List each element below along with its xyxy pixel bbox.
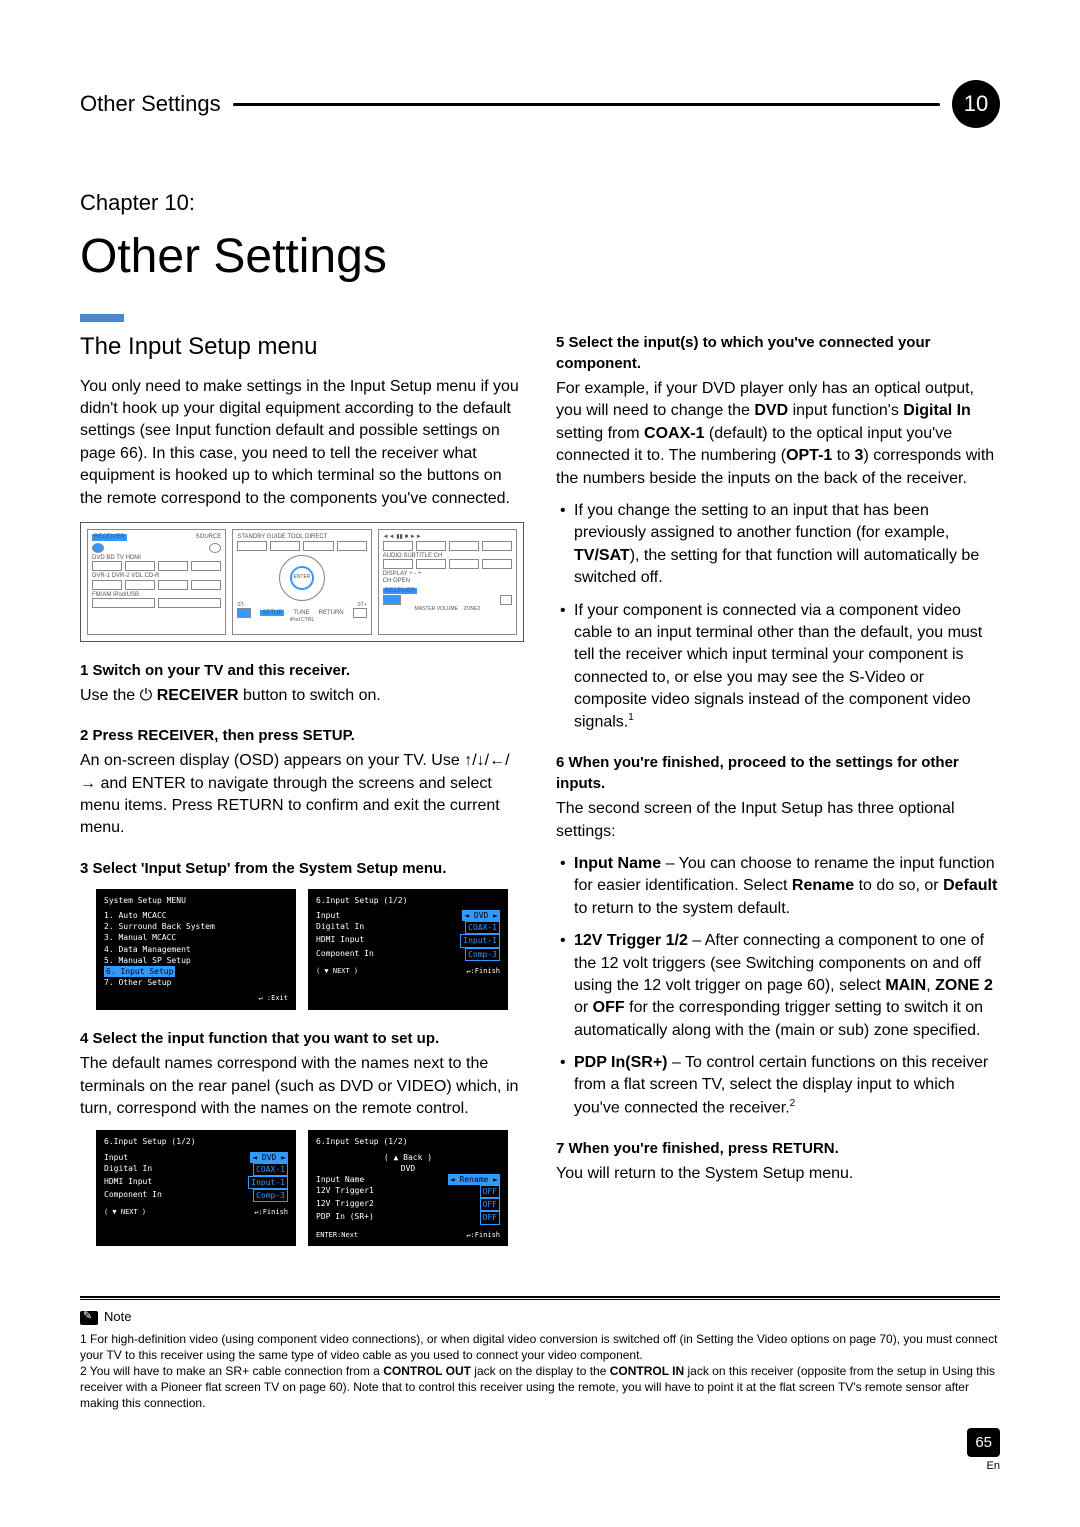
osd4-back: ( ▲ Back ): [316, 1152, 500, 1163]
osd-input-setup-a: 6.Input Setup (1/2) Input◄ DVD ►Digital …: [308, 889, 508, 1010]
osd3-title: 6.Input Setup (1/2): [104, 1136, 288, 1147]
footnote-1: 1 For high-definition video (using compo…: [80, 1331, 1000, 1363]
lbl-source: SOURCE: [196, 534, 222, 541]
note-label-row: Note: [80, 1308, 1000, 1326]
osd4-title: 6.Input Setup (1/2): [316, 1136, 500, 1147]
page-header: Other Settings 10: [80, 80, 1000, 128]
note-icon: [80, 1311, 98, 1325]
page-title: Other Settings: [80, 223, 1000, 290]
left-column: The Input Setup menu You only need to ma…: [80, 314, 524, 1256]
dpad-outer: ENTER: [279, 555, 325, 601]
remote-figure: RECEIVER SOURCE DVD BD TV HDMI DVR-1 DVR-…: [80, 522, 524, 642]
standby-icon: [209, 543, 221, 553]
transport-row: ◄◄ ▮▮ ■ ►►: [383, 534, 512, 541]
footnote-rule: [80, 1296, 1000, 1300]
step6-trigger: 12V Trigger 1/2 – After connecting a com…: [556, 930, 1000, 1042]
ch-row: CH OPEN: [383, 578, 512, 585]
lbl-tune: TUNE: [293, 610, 309, 617]
step7-body: You will return to the System Setup menu…: [556, 1163, 1000, 1185]
step1-head: 1 Switch on your TV and this receiver.: [80, 660, 524, 681]
accent-bar: [80, 314, 124, 322]
header-title: Other Settings: [80, 89, 221, 120]
chapter-label: Chapter 10:: [80, 188, 1000, 219]
osd4-sub: DVD: [316, 1163, 500, 1174]
step5-body1: For example, if your DVD player only has…: [556, 378, 1000, 490]
row-tools: STANDBY GUIDE TOOL DIRECT: [237, 534, 366, 541]
right-column: 5 Select the input(s) to which you've co…: [556, 314, 1000, 1256]
step5-bullet1: If you change the setting to an input th…: [556, 500, 1000, 590]
display-row: DISPLAY + - +: [383, 571, 512, 578]
osd2-foot-l: ( ▼ NEXT ): [316, 967, 358, 977]
chapter-badge: 10: [952, 80, 1000, 128]
lbl-return: RETURN: [319, 610, 344, 617]
return-button-icon: [353, 608, 367, 618]
btn-receiver: RECEIVER: [92, 534, 127, 541]
step4-head: 4 Select the input function that you wan…: [80, 1028, 524, 1049]
power-icon: [92, 543, 104, 553]
osd3-foot-l: ( ▼ NEXT ): [104, 1208, 146, 1218]
zone-btn: [500, 595, 512, 605]
osd2-title: 6.Input Setup (1/2): [316, 895, 500, 906]
osd-system-menu: System Setup MENU 1. Auto MCACC2. Surrou…: [96, 889, 296, 1010]
setup-button-icon: [237, 608, 251, 618]
step5-bullet2: If your component is connected via a com…: [556, 600, 1000, 735]
osd2-foot-r: ↵:Finish: [466, 967, 500, 977]
osd-input-setup-c: 6.Input Setup (1/2) ( ▲ Back ) DVD Input…: [308, 1130, 508, 1246]
header-rule: [233, 103, 940, 106]
note-label: Note: [104, 1308, 131, 1326]
step4-body: The default names correspond with the na…: [80, 1053, 524, 1120]
enter-button: ENTER: [290, 566, 314, 590]
step7-head: 7 When you're finished, press RETURN.: [556, 1138, 1000, 1159]
remote-panel-1: RECEIVER SOURCE DVD BD TV HDMI DVR-1 DVR-…: [87, 529, 226, 635]
step1-body: Use the ⏻ RECEIVER button to switch on.: [80, 685, 524, 707]
osd4-foot-r: ↵:Finish: [466, 1231, 500, 1241]
step6-intro: The second screen of the Input Setup has…: [556, 798, 1000, 843]
step6-head: 6 When you're finished, proceed to the s…: [556, 752, 1000, 794]
row-fm: FM/AM iPod/USB: [92, 592, 221, 599]
step2-body: An on-screen display (OSD) appears on yo…: [80, 750, 524, 840]
osd1-title: System Setup MENU: [104, 895, 288, 906]
lbl-receiver2: RECEIVER: [383, 588, 418, 594]
step3-head: 3 Select 'Input Setup' from the System S…: [80, 858, 524, 879]
step5-head: 5 Select the input(s) to which you've co…: [556, 332, 1000, 374]
remote-panel-2: STANDBY GUIDE TOOL DIRECT ENTER ST-ST+ S…: [232, 529, 371, 635]
step6-inputname: Input Name – You can choose to rename th…: [556, 853, 1000, 920]
receiver-btn2: [383, 595, 401, 605]
step6-pdp: PDP In(SR+) – To control certain functio…: [556, 1052, 1000, 1120]
lbl-setup: SETUP: [260, 610, 284, 617]
section-title: The Input Setup menu: [80, 330, 524, 364]
row-dvd: DVD BD TV HDMI: [92, 555, 221, 562]
osd-input-setup-b: 6.Input Setup (1/2) Input◄ DVD ►Digital …: [96, 1130, 296, 1246]
row-dvr: DVR-1 DVR-2 VDL CD-R: [92, 573, 221, 580]
step2-head: 2 Press RECEIVER, then press SETUP.: [80, 725, 524, 746]
osd3-foot-r: ↵:Finish: [254, 1208, 288, 1218]
page-number-value: 65: [967, 1428, 1000, 1457]
footnote-2: 2 You will have to make an SR+ cable con…: [80, 1363, 1000, 1412]
page-number: 65 En: [80, 1428, 1000, 1474]
audio-row: AUDIO SUBTITLE CH: [383, 553, 512, 560]
page-lang: En: [80, 1459, 1000, 1474]
intro-text: You only need to make settings in the In…: [80, 376, 524, 510]
osd1-foot: ↵ :Exit: [258, 994, 288, 1004]
osd4-foot-l: ENTER:Next: [316, 1231, 358, 1241]
remote-panel-3: ◄◄ ▮▮ ■ ►► AUDIO SUBTITLE CH DISPLAY + -…: [378, 529, 517, 635]
lbl-zone: ZONE2: [463, 606, 480, 612]
